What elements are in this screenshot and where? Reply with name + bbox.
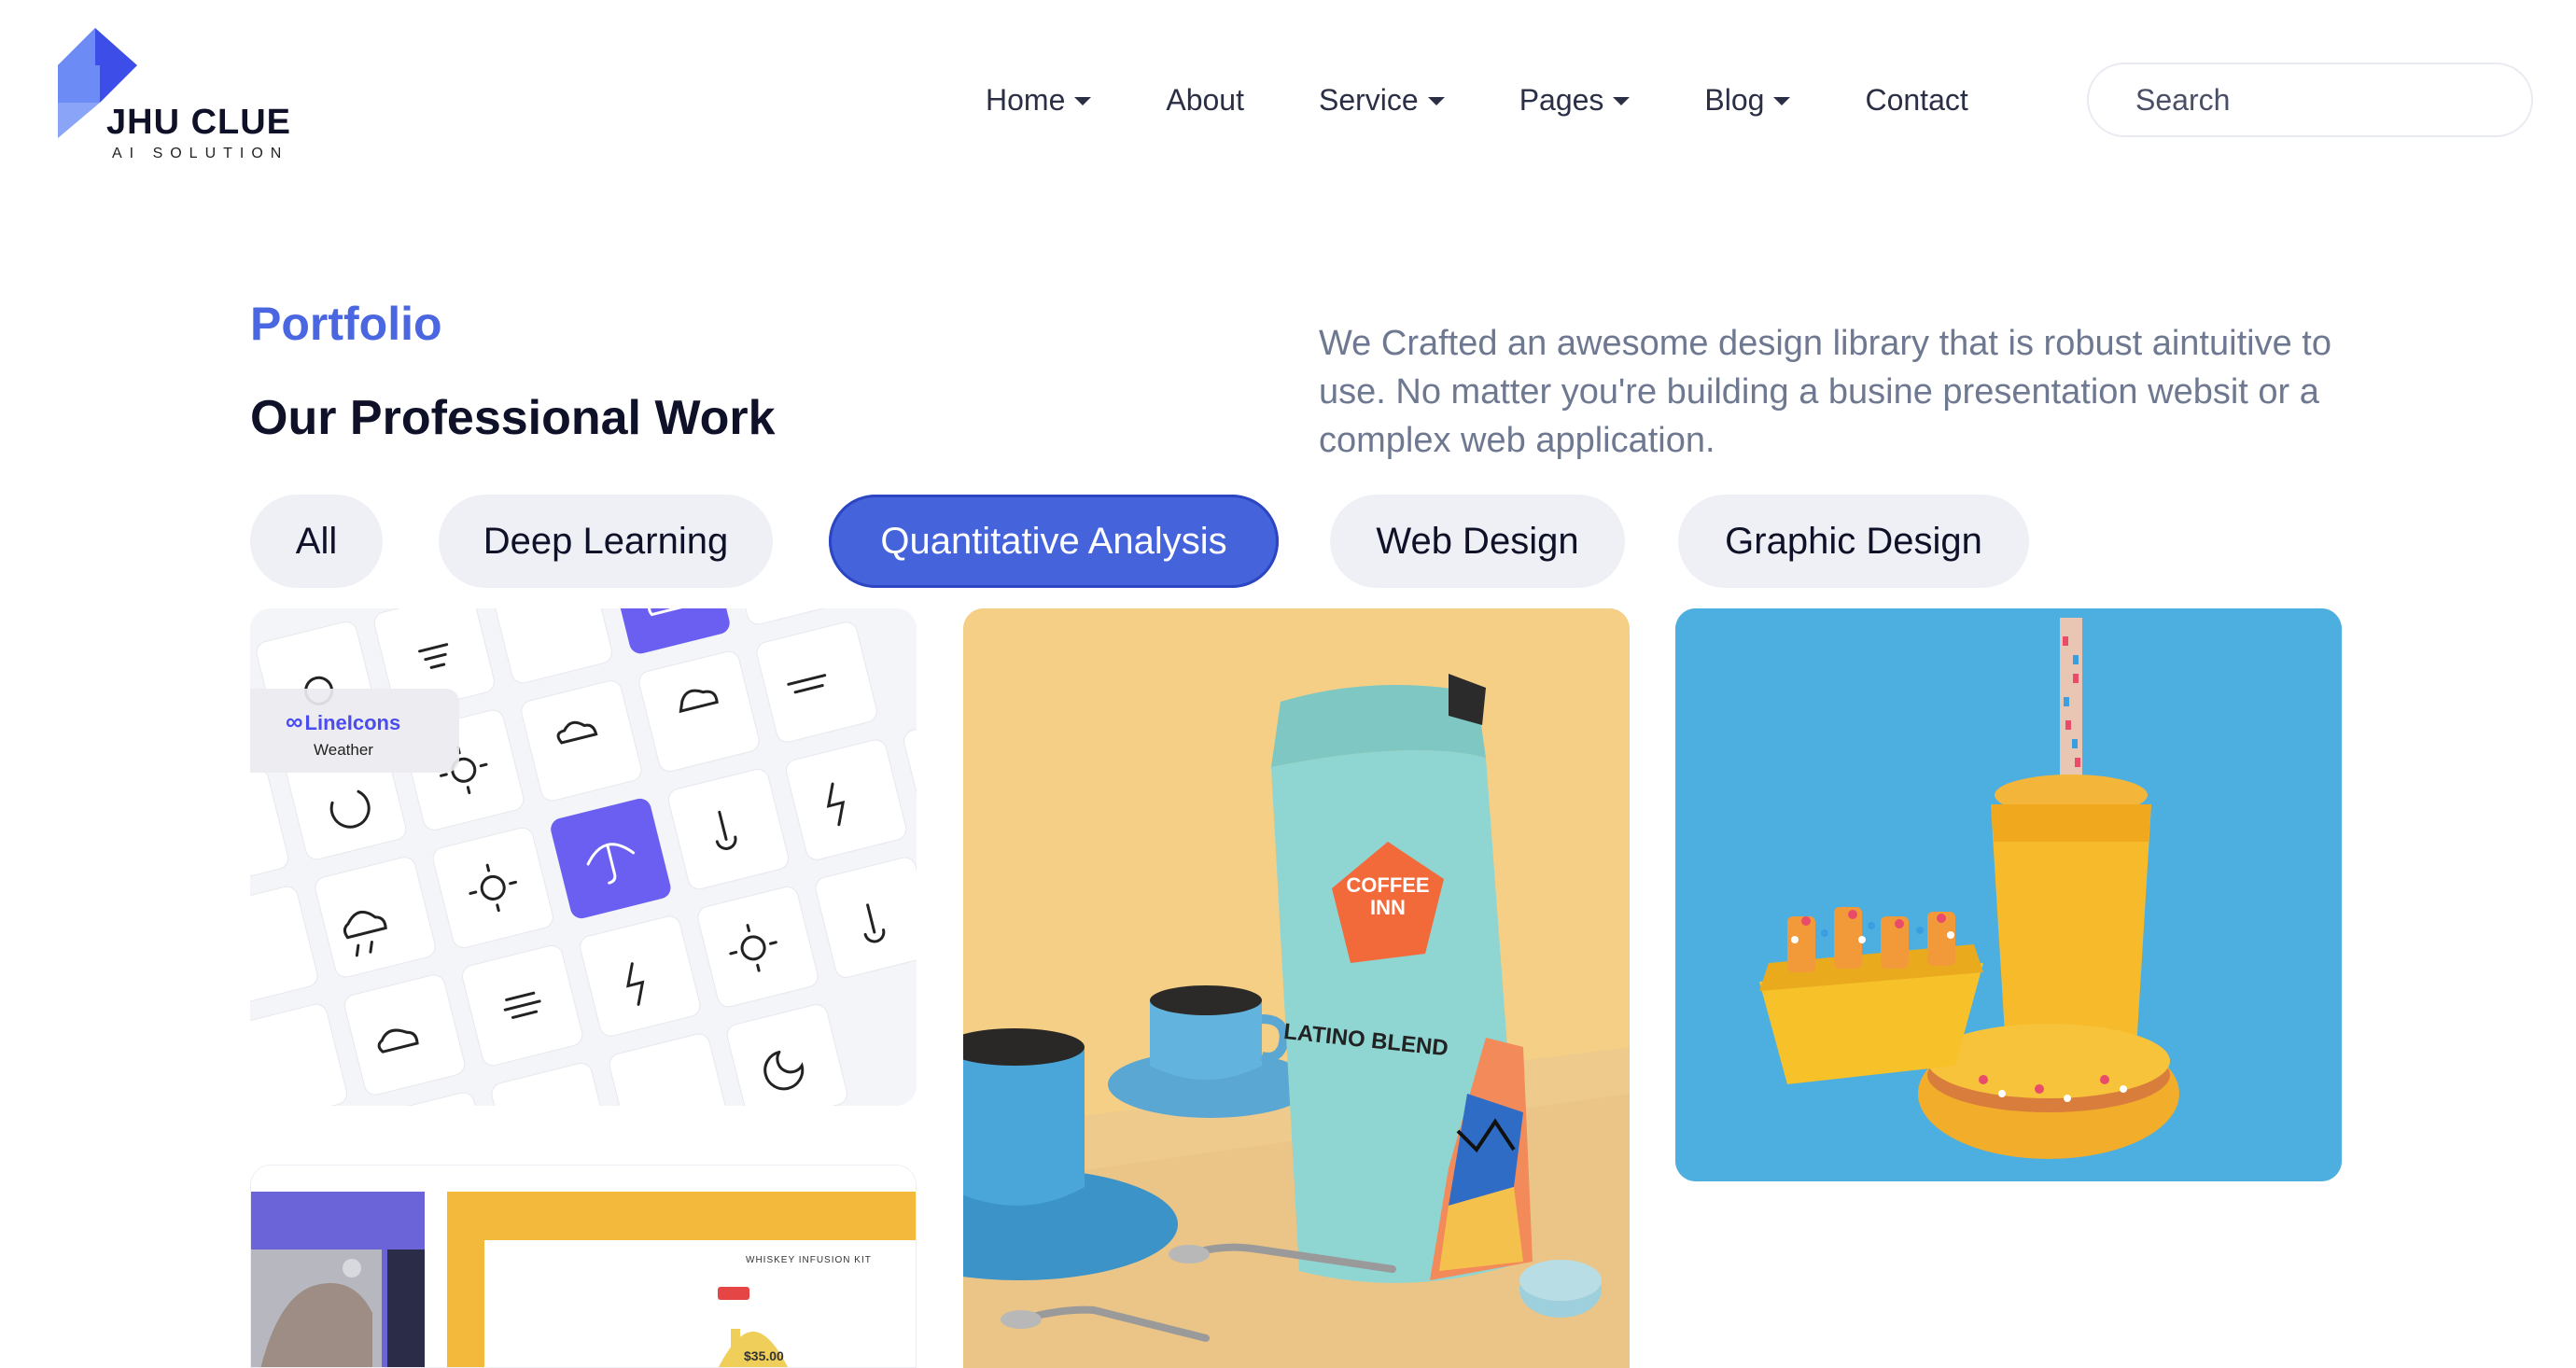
nav-item-label: Blog [1704, 82, 1765, 117]
portfolio-item-yellow-cup[interactable] [1675, 608, 2342, 1181]
lineicons-badge: ∞LineIcons Weather [250, 689, 459, 773]
filter-web-design[interactable]: Web Design [1330, 495, 1625, 588]
nav-item-blog[interactable]: Blog [1704, 82, 1791, 118]
brand-tagline: AI SOLUTION [112, 146, 289, 161]
lineicons-logo: ∞LineIcons [286, 707, 401, 735]
lineicons-subtitle: Weather [314, 741, 373, 759]
nav-item-pages[interactable]: Pages [1519, 83, 1631, 118]
coffee-bag-image [963, 608, 1630, 1368]
nav-item-label: About [1166, 82, 1244, 117]
portfolio-item-weather-icons[interactable]: ∞LineIcons Weather [250, 608, 917, 1106]
section-description: We Crafted an awesome design library tha… [1319, 324, 2331, 460]
infinity-icon: ∞ [286, 707, 303, 735]
mockup-heading: WHISKEY INFUSION KIT [746, 1255, 872, 1265]
caret-down-icon [1613, 96, 1631, 105]
section-title: Our Professional Work [250, 391, 776, 445]
nav-item-label: Pages [1519, 82, 1604, 117]
coffee-brand-label: COFFEE INN [1346, 873, 1430, 919]
section-eyebrow: Portfolio [250, 298, 442, 350]
main-nav: Home About Service Pages Blog Contact [986, 77, 1968, 123]
filter-deep-learning[interactable]: Deep Learning [439, 495, 773, 588]
filter-all[interactable]: All [250, 495, 383, 588]
filter-graphic-design[interactable]: Graphic Design [1678, 495, 2029, 588]
nav-item-label: Service [1318, 82, 1419, 117]
yellow-cup-image [1675, 608, 2342, 1181]
nav-item-service[interactable]: Service [1319, 83, 1445, 118]
nav-item-contact[interactable]: Contact [1865, 83, 1967, 118]
caret-down-icon [1074, 96, 1092, 105]
nav-item-label: Home [986, 82, 1066, 117]
nav-item-about[interactable]: About [1166, 83, 1244, 118]
caret-down-icon [1427, 96, 1445, 105]
caret-down-icon [1773, 96, 1791, 105]
search-input[interactable] [2135, 82, 2527, 118]
portfolio-item-coffee-bag[interactable]: COFFEE INN LATINO BLEND [963, 608, 1630, 1368]
filter-quantitative-analysis[interactable]: Quantitative Analysis [829, 495, 1279, 588]
portfolio-item-ecommerce[interactable]: WHISKEY INFUSION KIT $35.00 [250, 1165, 917, 1368]
brand-name: JHU CLUE [106, 103, 292, 142]
ecommerce-mockup-image [251, 1166, 916, 1367]
mockup-price: $35.00 [744, 1348, 784, 1363]
nav-item-home[interactable]: Home [986, 82, 1092, 118]
site-logo[interactable]: JHU CLUE AI SOLUTION [58, 28, 310, 168]
weather-icons-grid-image [250, 608, 917, 1106]
search-box [2087, 63, 2533, 137]
nav-item-label: Contact [1865, 82, 1968, 117]
